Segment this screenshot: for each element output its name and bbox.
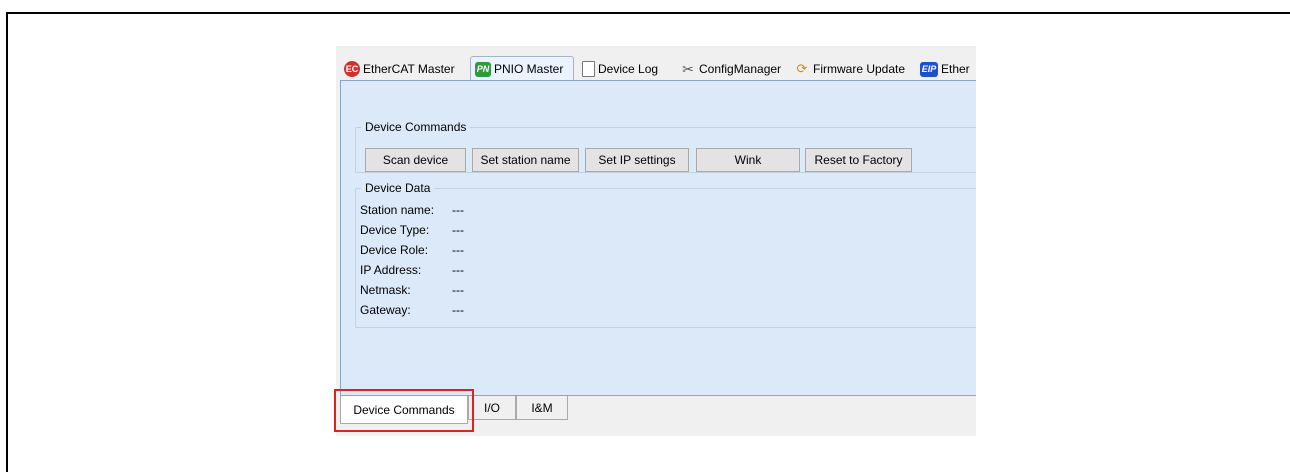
device-commands-group: Device Commands Scan device Set station … [355,120,976,173]
tab-pnio-master[interactable]: PN PNIO Master [470,56,574,81]
device-panel: Device Commands Scan device Set station … [340,80,976,396]
tab-label: Device Log [598,62,659,76]
tab-ethernet-ip[interactable]: EIP Ether [916,58,976,80]
tab-device-log[interactable]: Device Log [578,58,673,80]
tab-label: Firmware Update [813,62,906,76]
tab-firmware-update[interactable]: ⟳ Firmware Update [790,58,912,80]
top-tab-strip: EC EtherCAT Master PN PNIO Master Device… [336,56,976,81]
field-value: --- [452,203,464,217]
ethercat-icon: EC [344,61,360,77]
tab-label: PNIO Master [494,62,564,76]
eip-icon: EIP [920,61,938,77]
tools-icon: ✂ [682,60,694,77]
device-role-row: Device Role: --- [360,240,464,260]
pn-icon: PN [475,61,491,77]
firmware-update-icon: ⟳ [796,61,808,76]
field-label: Device Role: [360,243,429,257]
ip-address-row: IP Address: --- [360,260,464,280]
set-ip-settings-button[interactable]: Set IP settings [585,148,689,172]
tab-label: EtherCAT Master [363,62,455,76]
field-value: --- [452,283,464,297]
tab-configmanager[interactable]: ✂ ConfigManager [676,58,786,80]
tab-io[interactable]: I/O [468,396,516,420]
wink-button[interactable]: Wink [696,148,800,172]
field-label: Device Type: [360,223,430,237]
tab-im[interactable]: I&M [516,396,568,420]
field-value: --- [452,263,464,277]
highlight-box [334,389,474,432]
clipboard-icon [582,61,595,77]
app-window: EC EtherCAT Master PN PNIO Master Device… [336,46,976,436]
netmask-row: Netmask: --- [360,280,464,300]
gateway-row: Gateway: --- [360,300,464,320]
field-label: Station name: [360,203,435,217]
scan-device-button[interactable]: Scan device [365,148,466,172]
station-name-row: Station name: --- [360,200,464,220]
group-title: Device Data [361,181,435,195]
field-label: Gateway: [360,303,411,317]
field-value: --- [452,223,464,237]
device-type-row: Device Type: --- [360,220,464,240]
device-data-group: Device Data Station name: --- Device Typ… [355,181,976,328]
tab-label: Ether [941,62,970,76]
field-value: --- [452,303,464,317]
set-station-name-button[interactable]: Set station name [472,148,579,172]
tab-ethercat-master[interactable]: EC EtherCAT Master [340,58,470,80]
field-label: IP Address: [360,263,422,277]
tab-label: ConfigManager [699,62,782,76]
field-value: --- [452,243,464,257]
group-title: Device Commands [361,120,471,134]
reset-to-factory-button[interactable]: Reset to Factory [805,148,912,172]
field-label: Netmask: [360,283,411,297]
